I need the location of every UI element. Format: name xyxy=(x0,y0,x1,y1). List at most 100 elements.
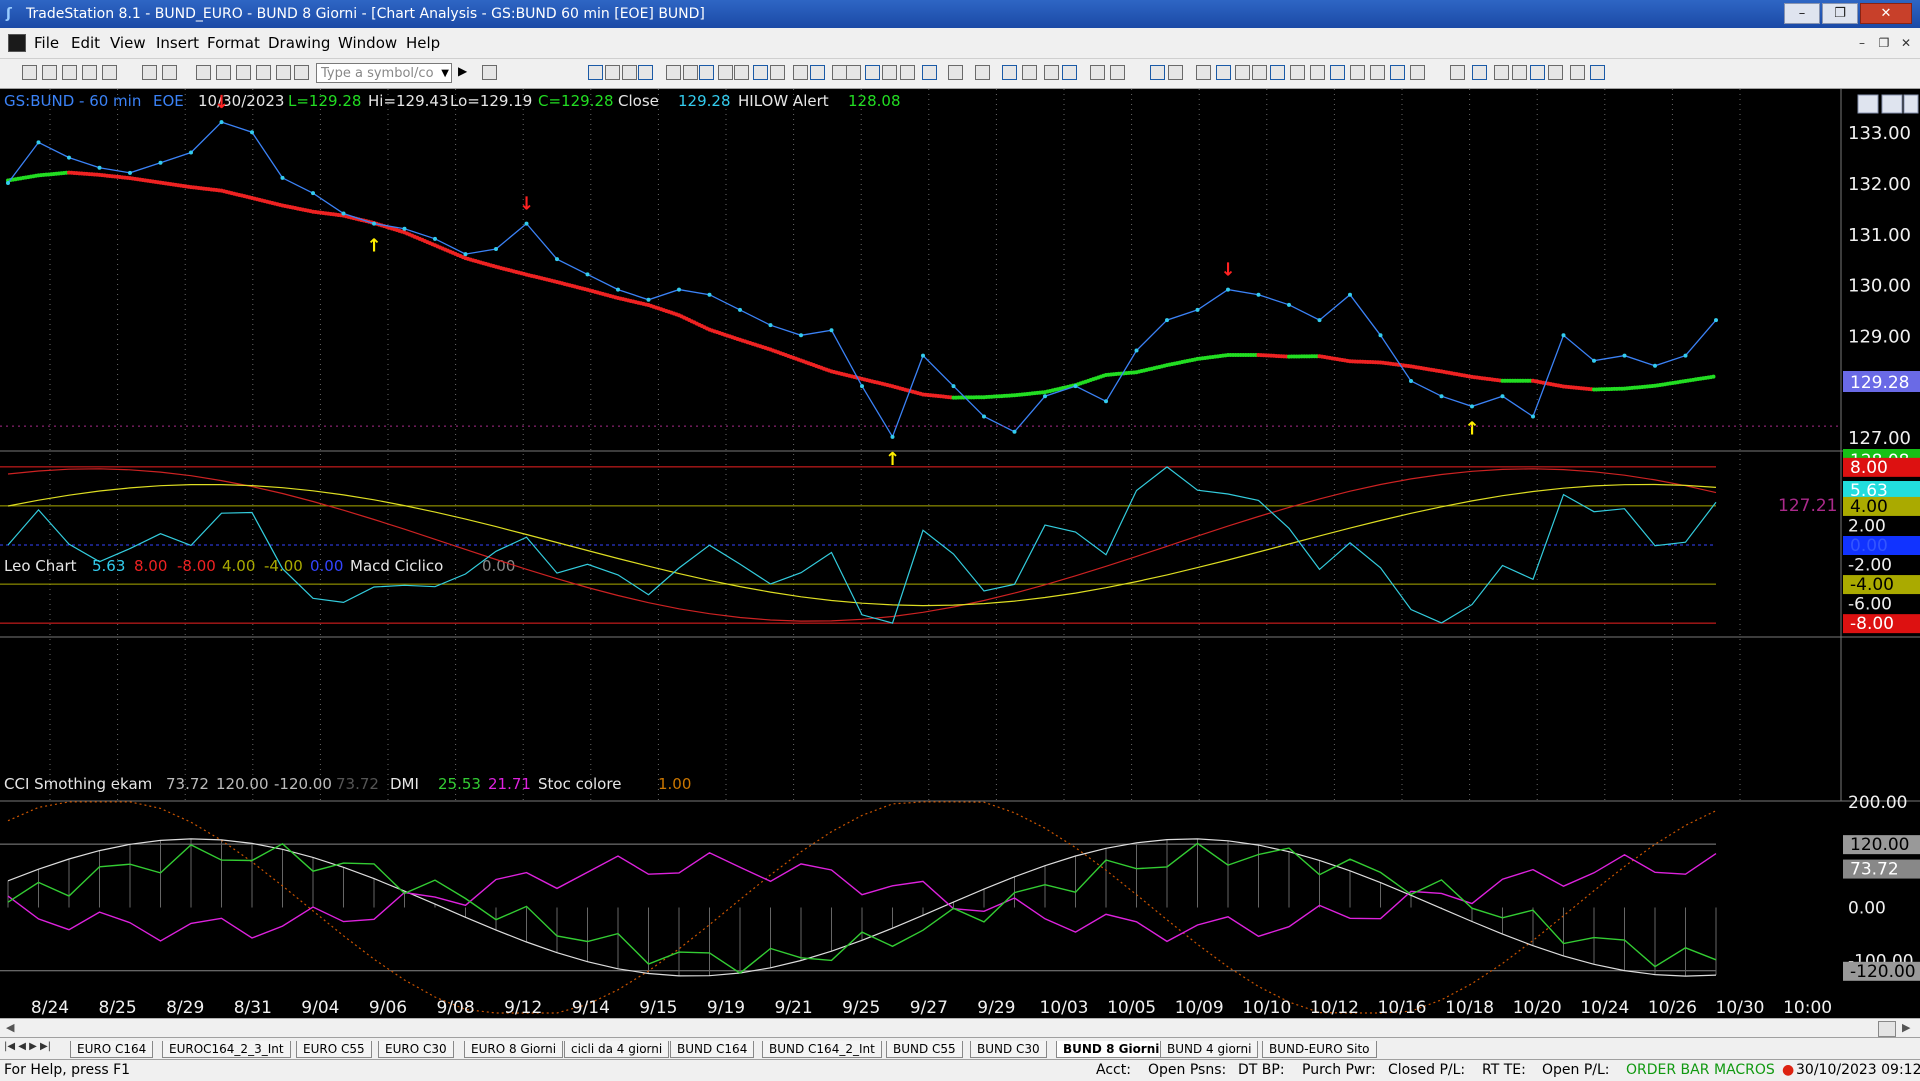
find-symbol-icon[interactable] xyxy=(482,65,497,80)
chart-minimize-button[interactable] xyxy=(1857,94,1879,114)
sheet-tab[interactable]: cicli da 4 giorni xyxy=(564,1041,670,1058)
toolbar-tool-icon[interactable] xyxy=(1530,65,1545,80)
mdi-minimize-button[interactable]: – xyxy=(1852,34,1872,52)
print-preview-icon[interactable] xyxy=(142,65,157,80)
chart-svg[interactable]: GS:BUND - 60 min EOE 10/30/2023 L=129.28… xyxy=(0,89,1920,1026)
sheet-tab[interactable]: BUND-EURO Sito xyxy=(1262,1041,1377,1058)
format-icon[interactable] xyxy=(294,65,309,80)
menu-drawing[interactable]: Drawing xyxy=(268,34,330,52)
sheet-tab[interactable]: BUND 4 giorni xyxy=(1160,1041,1259,1058)
scroll-left-icon[interactable]: ◀ xyxy=(6,1021,14,1034)
open-workspace-icon[interactable] xyxy=(62,65,77,80)
menu-help[interactable]: Help xyxy=(406,34,440,52)
toolbar-tool-icon[interactable] xyxy=(683,65,698,80)
toolbar-tool-icon[interactable] xyxy=(666,65,681,80)
toolbar-tool-icon[interactable] xyxy=(1270,65,1285,80)
close-button[interactable]: ✕ xyxy=(1860,3,1912,24)
document-icon[interactable] xyxy=(8,34,26,52)
toolbar-tool-icon[interactable] xyxy=(1062,65,1077,80)
menu-file[interactable]: File xyxy=(34,34,59,52)
sheet-tab[interactable]: BUND 8 Giorni xyxy=(1056,1041,1167,1058)
sheet-tab[interactable]: BUND C30 xyxy=(970,1041,1047,1058)
toolbar-tool-icon[interactable] xyxy=(1110,65,1125,80)
chart-restore-button[interactable] xyxy=(1881,94,1903,114)
scroll-thumb[interactable] xyxy=(1878,1021,1896,1037)
toolbar-tool-icon[interactable] xyxy=(865,65,880,80)
toolbar-tool-icon[interactable] xyxy=(1472,65,1487,80)
toolbar-tool-icon[interactable] xyxy=(1350,65,1365,80)
open-icon[interactable] xyxy=(42,65,57,80)
chevron-down-icon[interactable]: ▼ xyxy=(441,64,449,83)
toolbar-tool-icon[interactable] xyxy=(588,65,603,80)
minimize-button[interactable]: – xyxy=(1784,3,1820,24)
toolbar-tool-icon[interactable] xyxy=(605,65,620,80)
print-icon[interactable] xyxy=(162,65,177,80)
toolbar-tool-icon[interactable] xyxy=(1390,65,1405,80)
menu-edit[interactable]: Edit xyxy=(71,34,100,52)
sheet-tab[interactable]: BUND C55 xyxy=(886,1041,963,1058)
sheet-tab[interactable]: EUROC164_2_3_Int xyxy=(162,1041,291,1058)
toolbar-tool-icon[interactable] xyxy=(622,65,637,80)
toolbar-tool-icon[interactable] xyxy=(718,65,733,80)
toolbar-tool-icon[interactable] xyxy=(832,65,847,80)
sheet-tab[interactable]: BUND C164_2_Int xyxy=(762,1041,882,1058)
toolbar-tool-icon[interactable] xyxy=(1548,65,1563,80)
copy-icon[interactable] xyxy=(216,65,231,80)
tab-nav-icons[interactable]: |◀ ◀ ▶ ▶| xyxy=(4,1041,51,1052)
toolbar-tool-icon[interactable] xyxy=(1196,65,1211,80)
toolbar-tool-icon[interactable] xyxy=(1216,65,1231,80)
lock-icon[interactable] xyxy=(236,65,251,80)
toolbar-tool-icon[interactable] xyxy=(975,65,990,80)
sheet-tab[interactable]: EURO 8 Giorni xyxy=(464,1041,564,1058)
toolbar-tool-icon[interactable] xyxy=(948,65,963,80)
mdi-restore-button[interactable]: ❐ xyxy=(1874,34,1894,52)
toolbar-tool-icon[interactable] xyxy=(638,65,653,80)
toolbar-tool-icon[interactable] xyxy=(1022,65,1037,80)
chart-area[interactable]: GS:BUND - 60 min EOE 10/30/2023 L=129.28… xyxy=(0,89,1920,1026)
toolbar-tool-icon[interactable] xyxy=(770,65,785,80)
menu-format[interactable]: Format xyxy=(207,34,260,52)
mdi-close-button[interactable]: ✕ xyxy=(1896,34,1916,52)
symbol-input[interactable]: Type a symbol/co ▼ xyxy=(316,63,452,83)
scroll-right-icon[interactable]: ▶ xyxy=(1902,1021,1910,1034)
maximize-button[interactable]: ❐ xyxy=(1822,3,1858,24)
status-macros[interactable]: MACROS xyxy=(1714,1062,1775,1078)
toolbar-tool-icon[interactable] xyxy=(1590,65,1605,80)
chart-close-button[interactable] xyxy=(1903,94,1919,114)
draw-icon[interactable] xyxy=(256,65,271,80)
sheet-tab[interactable]: EURO C55 xyxy=(296,1041,372,1058)
toolbar-tool-icon[interactable] xyxy=(699,65,714,80)
new-icon[interactable] xyxy=(22,65,37,80)
cut-icon[interactable] xyxy=(196,65,211,80)
toolbar-tool-icon[interactable] xyxy=(1252,65,1267,80)
toolbar-tool-icon[interactable] xyxy=(1512,65,1527,80)
menu-window[interactable]: Window xyxy=(338,34,397,52)
toolbar-tool-icon[interactable] xyxy=(1310,65,1325,80)
toolbar-tool-icon[interactable] xyxy=(1290,65,1305,80)
menu-view[interactable]: View xyxy=(110,34,146,52)
sheet-tab[interactable]: BUND C164 xyxy=(670,1041,755,1058)
sheet-tab[interactable]: EURO C164 xyxy=(70,1041,154,1058)
status-order-bar[interactable]: ORDER BAR xyxy=(1626,1062,1709,1078)
toolbar-tool-icon[interactable] xyxy=(753,65,768,80)
toolbar-tool-icon[interactable] xyxy=(1235,65,1250,80)
menu-insert[interactable]: Insert xyxy=(156,34,199,52)
toolbar-tool-icon[interactable] xyxy=(810,65,825,80)
toolbar-tool-icon[interactable] xyxy=(734,65,749,80)
toolbar-tool-icon[interactable] xyxy=(1570,65,1585,80)
toolbar-tool-icon[interactable] xyxy=(1090,65,1105,80)
toolbar-tool-icon[interactable] xyxy=(793,65,808,80)
sheet-tab[interactable]: EURO C30 xyxy=(378,1041,454,1058)
toolbar-tool-icon[interactable] xyxy=(1330,65,1345,80)
save-icon[interactable] xyxy=(82,65,97,80)
save-all-icon[interactable] xyxy=(102,65,117,80)
toolbar-tool-icon[interactable] xyxy=(1370,65,1385,80)
toolbar-tool-icon[interactable] xyxy=(1410,65,1425,80)
toolbar-tool-icon[interactable] xyxy=(1150,65,1165,80)
toolbar-tool-icon[interactable] xyxy=(1494,65,1509,80)
toolbar-tool-icon[interactable] xyxy=(1044,65,1059,80)
toolbar-tool-icon[interactable] xyxy=(1168,65,1183,80)
horizontal-scrollbar[interactable]: ◀ ▶ xyxy=(0,1018,1920,1038)
toolbar-tool-icon[interactable] xyxy=(922,65,937,80)
arrow-right-icon[interactable]: ▶ xyxy=(458,64,467,78)
